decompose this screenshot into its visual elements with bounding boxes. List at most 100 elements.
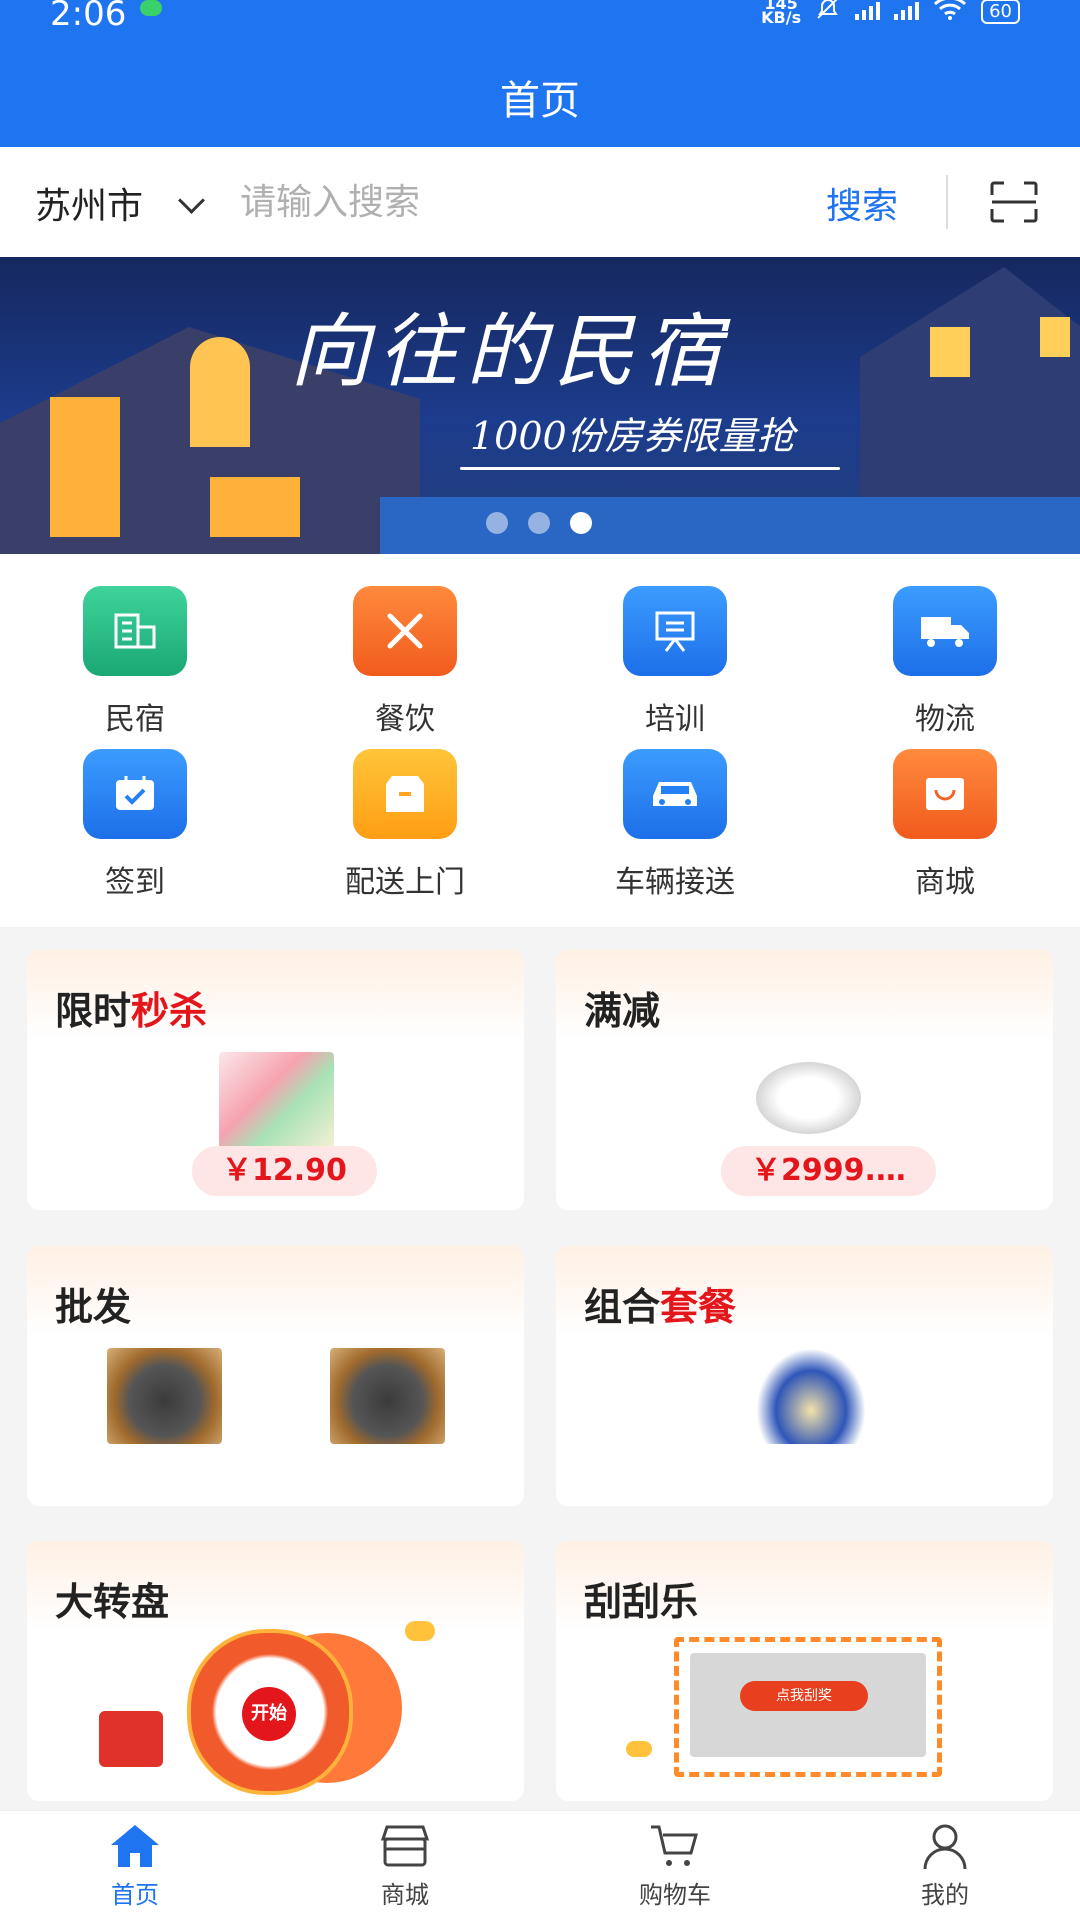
category-label: 签到 <box>105 865 165 900</box>
bottom-tab-bar: 首页 商城 购物车 我的 <box>0 1810 1080 1921</box>
mute-bell-icon <box>815 0 841 26</box>
tab-cart[interactable]: 购物车 <box>575 1821 775 1910</box>
home-icon <box>107 1821 163 1871</box>
category-catering[interactable]: 餐饮 <box>305 586 505 738</box>
tab-mall[interactable]: 商城 <box>305 1821 505 1910</box>
banner-underline <box>460 467 840 470</box>
scratch-card[interactable]: 刮刮乐 点我刮奖 <box>556 1541 1053 1801</box>
category-label: 民宿 <box>105 702 165 737</box>
category-label: 物流 <box>915 702 975 737</box>
category-label: 配送上门 <box>345 865 465 900</box>
category-label: 培训 <box>645 702 705 737</box>
category-checkin[interactable]: 签到 <box>35 749 235 901</box>
category-training[interactable]: 培训 <box>575 586 775 738</box>
tab-label: 我的 <box>921 1881 969 1909</box>
category-label: 商城 <box>915 865 975 900</box>
carousel-indicator <box>486 512 592 534</box>
status-time: 2:06 <box>50 0 127 34</box>
network-speed-unit: KB/s <box>761 8 802 27</box>
status-indicators: 145 KB/s 60 <box>761 0 1020 26</box>
product-thumbnail[interactable] <box>330 1348 445 1444</box>
card-title: 大转盘 <box>55 1582 170 1624</box>
city-selector[interactable]: 苏州市 <box>35 177 143 229</box>
card-title-highlight: 秒杀 <box>131 991 208 1033</box>
product-thumbnail[interactable] <box>107 1348 222 1444</box>
calendar-check-icon <box>83 749 187 839</box>
combo-card[interactable]: 组合套餐 <box>556 1246 1053 1506</box>
network-speed: 145 KB/s <box>761 0 802 27</box>
banner-window <box>930 327 970 377</box>
page-title: 首页 <box>500 78 580 124</box>
battery-indicator: 60 <box>981 0 1020 24</box>
card-title: 刮刮乐 <box>584 1582 699 1624</box>
card-title: 满减 <box>584 991 661 1033</box>
store-icon <box>377 1821 433 1871</box>
wholesale-card[interactable]: 批发 <box>27 1246 524 1506</box>
category-label: 车辆接送 <box>615 865 735 900</box>
banner-window <box>1040 317 1070 357</box>
carousel-dot-active[interactable] <box>570 512 592 534</box>
banner-subtitle: 1000份房券限量抢 <box>470 414 795 458</box>
banner-pool-graphic <box>380 497 1080 554</box>
status-bar: 2:06 145 KB/s 60 <box>0 0 1080 40</box>
banner-window <box>190 337 250 447</box>
user-icon <box>917 1821 973 1871</box>
scratch-button[interactable]: 点我刮奖 <box>740 1681 868 1711</box>
product-thumbnail[interactable] <box>756 1348 866 1444</box>
tab-label: 购物车 <box>639 1881 711 1909</box>
utensils-icon <box>353 586 457 676</box>
divider <box>946 175 948 229</box>
category-grid: 民宿 餐饮 培训 物流 签到 配送上门 车辆接送 商城 <box>0 554 1080 927</box>
cart-icon <box>647 1821 703 1871</box>
card-title: 组合套餐 <box>584 1276 736 1331</box>
coin-icon <box>405 1621 435 1641</box>
category-shuttle[interactable]: 车辆接送 <box>575 749 775 901</box>
easel-icon <box>623 586 727 676</box>
category-mall[interactable]: 商城 <box>845 749 1045 901</box>
card-title-main: 组合 <box>584 1287 661 1329</box>
search-button[interactable]: 搜索 <box>826 177 898 229</box>
signal-icon <box>855 2 881 20</box>
shopping-bag-icon <box>893 749 997 839</box>
gift-box-icon <box>99 1711 163 1767</box>
card-title: 批发 <box>55 1287 132 1329</box>
signal-2-icon <box>894 2 920 20</box>
category-label: 餐饮 <box>375 702 435 737</box>
wechat-notification-icon <box>140 0 162 16</box>
banner-window <box>50 397 120 537</box>
lucky-wheel-card[interactable]: 大转盘 开始 <box>27 1541 524 1801</box>
card-title-main: 限时 <box>55 991 132 1033</box>
wheel-start-button[interactable]: 开始 <box>242 1687 296 1741</box>
search-bar: 苏州市 搜索 <box>0 147 1080 257</box>
product-thumbnail[interactable] <box>756 1062 861 1134</box>
category-homestay[interactable]: 民宿 <box>35 586 235 738</box>
carousel-dot[interactable] <box>486 512 508 534</box>
box-icon <box>353 749 457 839</box>
tab-label: 首页 <box>111 1881 159 1909</box>
discount-card[interactable]: 满减 ￥2999.… <box>556 950 1053 1210</box>
coin-icon <box>626 1741 652 1757</box>
card-title-highlight: 套餐 <box>660 1287 737 1329</box>
chevron-down-icon[interactable] <box>178 187 205 214</box>
category-logistics[interactable]: 物流 <box>845 586 1045 738</box>
search-input[interactable] <box>238 173 802 231</box>
tab-profile[interactable]: 我的 <box>845 1821 1045 1910</box>
carousel-dot[interactable] <box>528 512 550 534</box>
flash-sale-card[interactable]: 限时秒杀 ￥12.90 <box>27 950 524 1210</box>
car-icon <box>623 749 727 839</box>
app-header: 2:06 145 KB/s 60 首页 <box>0 0 1080 147</box>
wifi-icon <box>933 0 967 26</box>
product-thumbnail[interactable] <box>219 1052 334 1152</box>
card-title: 限时秒杀 <box>55 980 207 1035</box>
building-icon <box>83 586 187 676</box>
tab-label: 商城 <box>381 1881 429 1909</box>
price-tag: ￥2999.… <box>721 1146 936 1196</box>
scan-icon[interactable] <box>990 181 1038 223</box>
banner-window <box>210 477 300 537</box>
price-tag: ￥12.90 <box>192 1146 377 1196</box>
banner-title: 向往的民宿 <box>290 305 730 398</box>
tab-home[interactable]: 首页 <box>35 1821 235 1910</box>
category-delivery[interactable]: 配送上门 <box>305 749 505 901</box>
promo-banner[interactable]: 向往的民宿 1000份房券限量抢 <box>0 257 1080 554</box>
truck-icon <box>893 586 997 676</box>
